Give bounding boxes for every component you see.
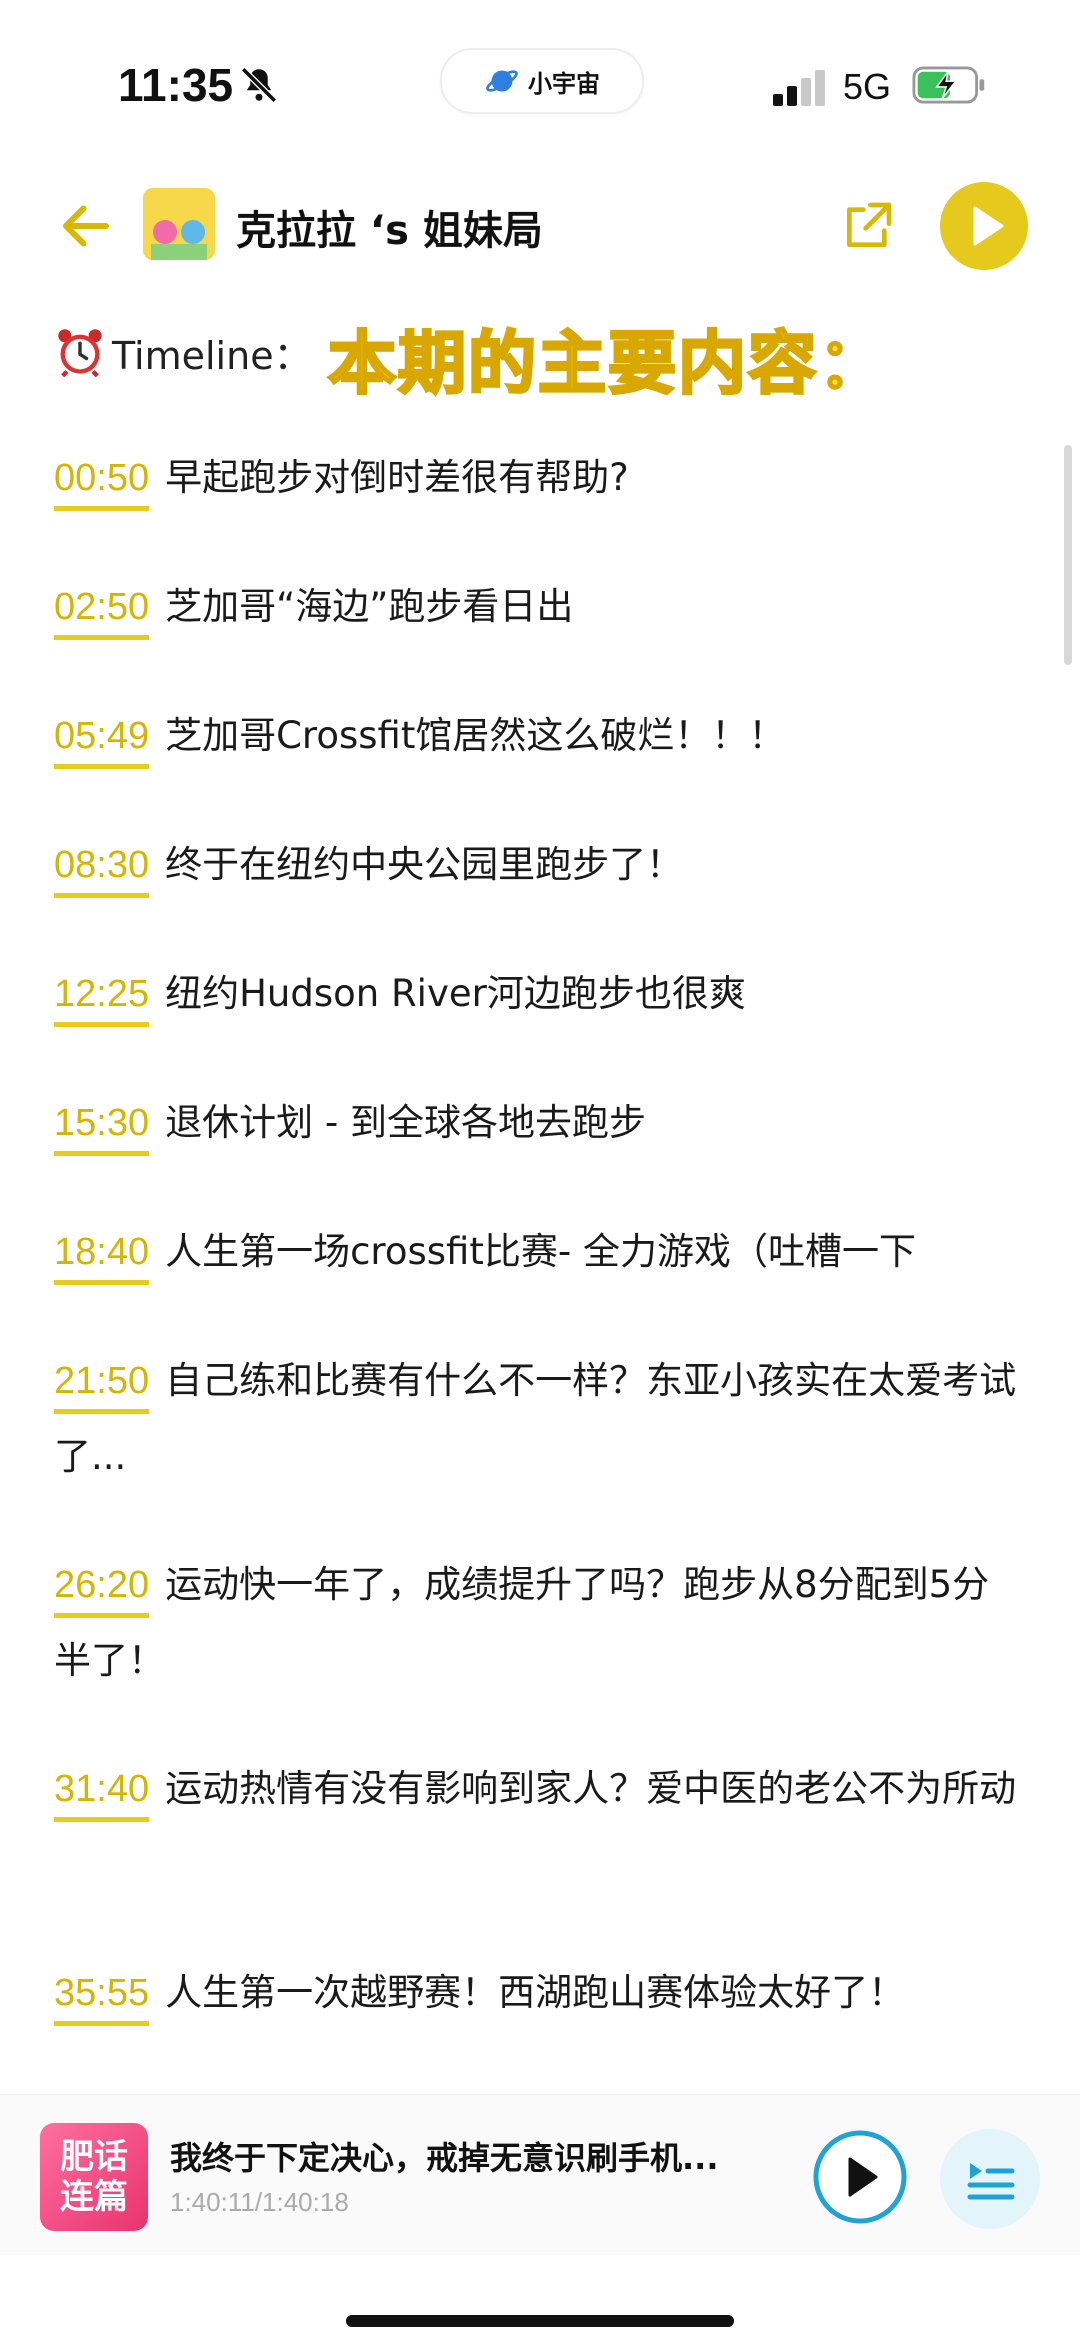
play-icon (973, 206, 1004, 246)
highlight-heading: 本期的主要内容： (326, 324, 889, 406)
status-bar: 11:35 小宇宙 5G (0, 0, 1080, 150)
timeline-entry: 00:50 早起跑步对倒时差很有帮助? (54, 440, 1024, 516)
network-type: 5G (843, 66, 892, 107)
show-notes: Timeline： 本期的主要内容： 00:50 早起跑步对倒时差很有帮助? 02… (0, 290, 1080, 2090)
timestamp-link[interactable]: 12:25 (54, 966, 150, 1027)
podcast-title[interactable]: 克拉拉 ‘s 姐妹局 (236, 198, 543, 256)
status-time: 11:35 (118, 59, 234, 111)
entry-text: 纽约Hudson River河边跑步也很爽 (165, 972, 746, 1015)
timestamp-link[interactable]: 05:49 (54, 708, 150, 769)
timeline-entry: 08:30 终于在纽约中央公园里跑步了！ (54, 827, 1024, 903)
entry-text: 运动快一年了，成绩提升了吗？跑步从8分配到5分半了！ (54, 1563, 990, 1682)
entry-text: 人生第一场crossfit比赛- 全力游戏（吐槽一下 (165, 1230, 916, 1273)
timeline-entry: 31:40 运动热情有没有影响到家人？爱中医的老公不为所动 (54, 1751, 1024, 1827)
cover-art (143, 188, 215, 260)
entry-text: 自己练和比赛有什么不一样？东亚小孩实在太爱考试了... (54, 1359, 1017, 1478)
app-pill[interactable]: 小宇宙 (440, 48, 644, 114)
timestamp-link[interactable]: 00:50 (54, 450, 150, 511)
entry-text: 运动热情有没有影响到家人？爱中医的老公不为所动 (165, 1767, 1017, 1810)
timeline-entry: 21:50 自己练和比赛有什么不一样？东亚小孩实在太爱考试了... (54, 1343, 1024, 1495)
episode-header: 克拉拉 ‘s 姐妹局 (0, 170, 1080, 290)
now-playing-progress: 1:40:11/1:40:18 (170, 2187, 349, 2217)
timeline-entry: 35:55 人生第一次越野赛！西湖跑山赛体验太好了！ (54, 1955, 1024, 2031)
playlist-button[interactable] (940, 2129, 1040, 2229)
entry-text: 退休计划 - 到全球各地去跑步 (165, 1101, 646, 1144)
bell-slash-icon (241, 67, 277, 103)
now-playing-cover-text: 肥话连篇 (60, 2137, 128, 2217)
header-play-button[interactable] (940, 182, 1028, 270)
timeline-entry: 18:40 人生第一场crossfit比赛- 全力游戏（吐槽一下 (54, 1214, 1024, 1290)
entry-text: 芝加哥Crossfit馆居然这么破烂！！！ (165, 714, 786, 757)
mini-player[interactable]: 肥话连篇 我终于下定决心，戒掉无意识刷手机... 1:40:11/1:40:18 (0, 2094, 1080, 2255)
playlist-icon (967, 2163, 1015, 2200)
back-arrow-icon[interactable] (56, 196, 116, 256)
podcast-cover[interactable] (143, 188, 215, 260)
entry-text: 早起跑步对倒时差很有帮助? (165, 456, 629, 499)
now-playing-title[interactable]: 我终于下定决心，戒掉无意识刷手机... (170, 2133, 770, 2179)
timestamp-link[interactable]: 08:30 (54, 837, 150, 898)
timestamp-link[interactable]: 31:40 (54, 1761, 150, 1822)
timeline-entry: 02:50 芝加哥“海边”跑步看日出 (54, 569, 1024, 645)
entry-text: 人生第一次越野赛！西湖跑山赛体验太好了！ (165, 1971, 906, 2014)
home-indicator[interactable] (346, 2315, 734, 2327)
timeline-entry: 26:20 运动快一年了，成绩提升了吗？跑步从8分配到5分半了！ (54, 1547, 1024, 1699)
alarm-clock-icon (58, 329, 102, 378)
timestamp-link[interactable]: 15:30 (54, 1095, 150, 1156)
planet-icon (486, 70, 518, 92)
entry-text: 芝加哥“海边”跑步看日出 (165, 585, 574, 628)
timeline-entry: 12:25 纽约Hudson River河边跑步也很爽 (54, 956, 1024, 1032)
now-playing-cover[interactable]: 肥话连篇 (40, 2123, 148, 2231)
share-icon[interactable] (840, 198, 896, 254)
app-pill-label: 小宇宙 (528, 69, 600, 98)
signal-icon (773, 70, 825, 106)
timeline-label: Timeline： (112, 333, 312, 378)
battery-charging-icon (912, 66, 985, 104)
timestamp-link[interactable]: 02:50 (54, 579, 150, 640)
timestamp-link[interactable]: 26:20 (54, 1557, 150, 1618)
timestamp-link[interactable]: 18:40 (54, 1224, 150, 1285)
entry-text: 终于在纽约中央公园里跑步了！ (165, 843, 684, 886)
timeline-heading: Timeline： (54, 322, 312, 382)
timeline-entry: 05:49 芝加哥Crossfit馆居然这么破烂！！！ (54, 698, 1024, 774)
mini-play-button[interactable] (812, 2129, 908, 2225)
timeline-entry: 15:30 退休计划 - 到全球各地去跑步 (54, 1085, 1024, 1161)
timestamp-link[interactable]: 21:50 (54, 1353, 150, 1414)
timestamp-link[interactable]: 35:55 (54, 1965, 150, 2026)
scrollbar[interactable] (1064, 445, 1072, 665)
